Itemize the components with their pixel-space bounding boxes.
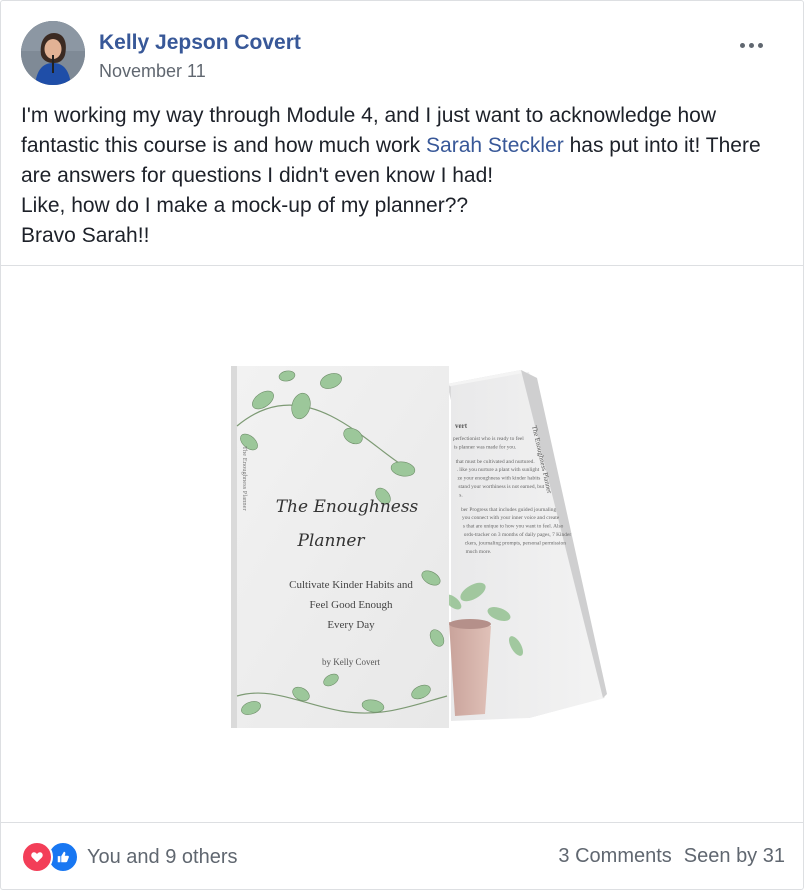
back-cover-line: . like you nurture a plant with sunlight	[457, 467, 540, 473]
vase-icon	[449, 622, 491, 716]
back-cover-line: ber Progress that includes guided journa…	[461, 507, 556, 513]
ellipsis-icon[interactable]	[740, 43, 763, 48]
cover-subtitle-2: Feel Good Enough	[309, 599, 393, 611]
mention-link[interactable]: Sarah Steckler	[426, 134, 564, 157]
post-paragraph-2: Like, how do I make a mock-up of my plan…	[21, 194, 469, 217]
post-body: I'm working my way through Module 4, and…	[21, 101, 791, 251]
front-book: The Enoughness Planner The Enoughness Pl…	[231, 366, 449, 728]
back-cover-line: you connect with your inner voice and cr…	[462, 515, 560, 521]
cover-subtitle-1: Cultivate Kinder Habits and	[289, 579, 413, 591]
seen-by-count[interactable]: Seen by 31	[684, 845, 785, 868]
post-date[interactable]: November 11	[99, 61, 206, 82]
author-avatar[interactable]	[21, 21, 85, 85]
back-heading: vert	[455, 422, 468, 430]
post-stats: 3 Comments Seen by 31	[558, 845, 785, 868]
cover-subtitle-3: Every Day	[327, 619, 375, 631]
back-cover-line: perfectionist who is ready to feel	[453, 435, 524, 442]
love-reaction-icon	[21, 841, 53, 873]
post-paragraph-3: Bravo Sarah!!	[21, 224, 150, 247]
reactions-label: You and 9 others	[87, 845, 238, 868]
back-cover-line: much more.	[466, 549, 492, 555]
spine-text: The Enoughness Planner	[241, 446, 248, 511]
planner-mockup-image: vert perfectionist who is ready to feeli…	[231, 366, 607, 728]
cover-title-line1: The Enoughness	[276, 497, 419, 517]
back-cover-line: s that are unique to how you want to fee…	[463, 523, 564, 530]
reactions-summary[interactable]: You and 9 others	[21, 841, 238, 873]
author-name[interactable]: Kelly Jepson Covert	[99, 31, 301, 55]
post-footer: You and 9 others 3 Comments Seen by 31	[21, 837, 785, 877]
post-image[interactable]: vert perfectionist who is ready to feel i…	[1, 265, 803, 823]
cover-author: by Kelly Covert	[322, 657, 380, 667]
post-card: Kelly Jepson Covert November 11 I'm work…	[0, 0, 804, 890]
back-cover-line: ze your enoughness with kinder habits	[458, 476, 541, 482]
comments-count[interactable]: 3 Comments	[558, 845, 671, 868]
back-cover-line: that must be cultivated and nurtured.	[456, 459, 535, 465]
back-cover-line: is planner was made for you.	[454, 443, 516, 450]
back-cover-line: ords-tracker on 3 months of daily pages,…	[464, 531, 572, 538]
back-cover-line: s.	[459, 492, 462, 498]
back-cover-line: stand your worthiness is not earned, but	[458, 484, 544, 490]
back-cover-line: ckers, journaling prompts, personal perm…	[465, 540, 567, 546]
back-book: vert perfectionist who is ready to feeli…	[444, 370, 607, 721]
post-header: Kelly Jepson Covert November 11	[21, 21, 781, 87]
cover-title-line2: Planner	[296, 531, 365, 551]
post-paragraph-1: I'm working my way through Module 4, and…	[21, 101, 791, 191]
